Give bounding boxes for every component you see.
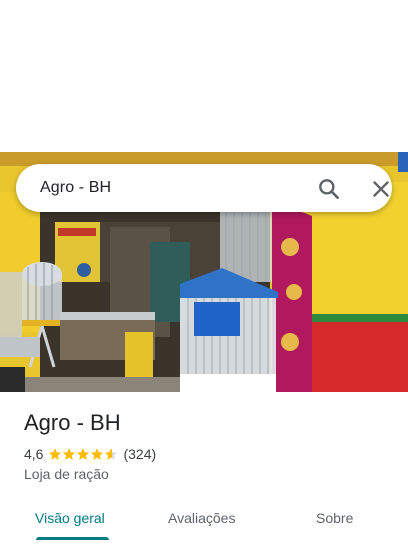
place-category[interactable]: Loja de ração [24, 466, 109, 482]
map-area-blank [0, 0, 408, 152]
star-icon [63, 448, 76, 460]
search-query-text[interactable]: Agro - BH [40, 179, 111, 197]
tab-reviews[interactable]: Avaliações [168, 510, 235, 526]
place-info-panel: Agro - BH 4,6 (324) Loja de ração Visão … [0, 392, 408, 544]
star-icon [91, 448, 104, 460]
active-tab-indicator [36, 537, 109, 540]
search-bar[interactable]: Agro - BH [16, 164, 392, 212]
rating-value: 4,6 [24, 446, 44, 462]
tab-about[interactable]: Sobre [316, 510, 353, 526]
place-details-page: Agro - BH Agro - BH 4,6 (324) Loja de ra… [0, 0, 408, 544]
star-half-icon [105, 448, 118, 460]
tab-overview[interactable]: Visão geral [35, 510, 105, 526]
star-icon [49, 448, 62, 460]
tab-bar: Visão geral Avaliações Sobre [0, 497, 408, 544]
close-icon[interactable] [368, 176, 394, 202]
star-rating [48, 447, 118, 461]
review-count[interactable]: (324) [123, 446, 156, 462]
place-title: Agro - BH [24, 410, 121, 435]
search-icon[interactable] [316, 176, 342, 202]
rating-row[interactable]: 4,6 (324) [24, 445, 156, 463]
star-icon [77, 448, 90, 460]
